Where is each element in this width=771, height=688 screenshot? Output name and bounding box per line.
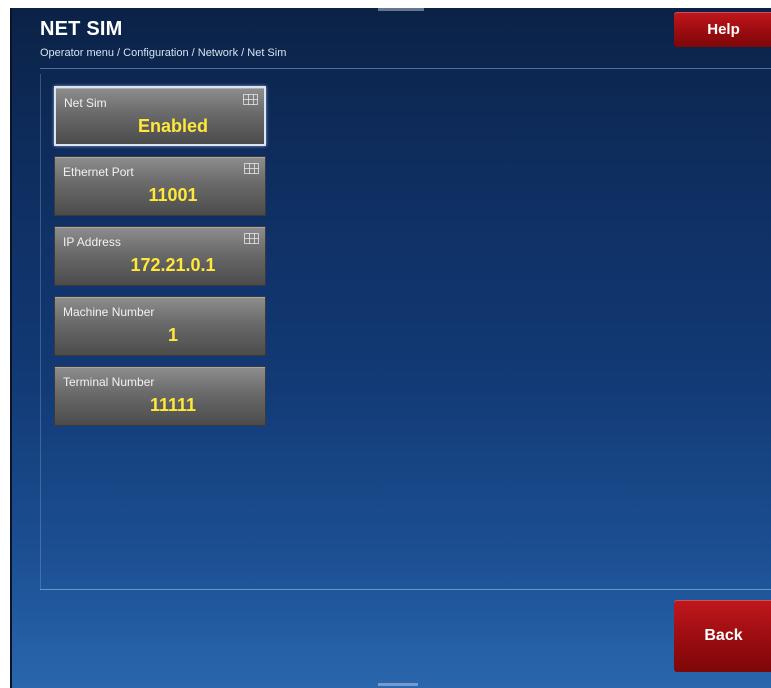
tile-value: 172.21.0.1 <box>130 255 216 275</box>
tile-label: Net Sim <box>64 96 107 110</box>
net-sim-screen: NET SIM Operator menu / Configuration / … <box>10 8 771 688</box>
breadcrumb: Operator menu / Configuration / Network … <box>40 47 287 59</box>
header-divider <box>40 68 771 69</box>
terminal-number-tile[interactable]: Terminal Number 11111 <box>54 366 266 426</box>
tile-value: Enabled <box>137 116 208 136</box>
tile-value: 11111 <box>149 395 197 415</box>
tile-value: 1 <box>167 325 178 345</box>
keypad-icon <box>244 233 259 244</box>
tile-label: IP Address <box>63 235 121 249</box>
bottom-marker <box>378 683 418 686</box>
tile-label: Machine Number <box>63 305 155 319</box>
top-marker <box>378 8 424 11</box>
ip-address-tile[interactable]: IP Address 172.21.0.1 <box>54 226 266 286</box>
tile-label: Terminal Number <box>63 375 155 389</box>
ethernet-port-tile[interactable]: Ethernet Port 11001 <box>54 156 266 216</box>
machine-number-tile[interactable]: Machine Number 1 <box>54 296 266 356</box>
back-button[interactable]: Back <box>674 600 771 672</box>
tile-label: Ethernet Port <box>63 165 134 179</box>
tile-value: 11001 <box>148 185 198 205</box>
help-button[interactable]: Help <box>674 12 771 47</box>
footer-divider <box>40 589 771 590</box>
net-sim-tile[interactable]: Net Sim Enabled <box>54 86 266 146</box>
keypad-icon <box>244 163 259 174</box>
keypad-icon <box>243 94 258 105</box>
page-title: NET SIM <box>40 18 123 40</box>
